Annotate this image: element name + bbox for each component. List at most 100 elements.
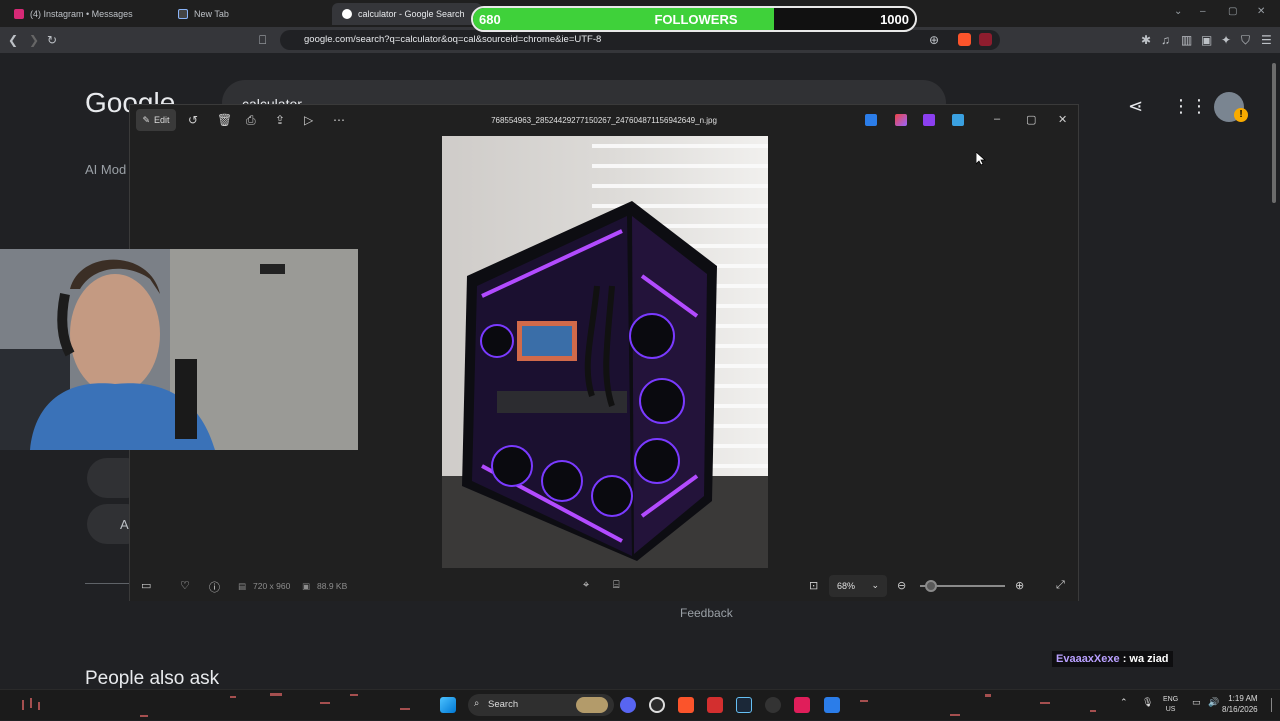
visual-search-icon[interactable]: ⌖ (583, 579, 589, 592)
language-indicator[interactable]: ENG US (1163, 695, 1178, 715)
streamer-webcam-image (0, 249, 358, 450)
pc-case-image (442, 136, 768, 568)
text-scan-icon[interactable]: ⌸ (613, 579, 620, 592)
warning-icon: ! (1234, 108, 1248, 122)
instagram-icon (14, 9, 24, 19)
reload-icon[interactable]: ↻ (47, 33, 57, 47)
maximize-icon[interactable]: ▢ (1228, 6, 1237, 17)
menu-icon[interactable]: ☰ (1261, 33, 1272, 47)
adobe-icon[interactable] (707, 697, 723, 713)
paint-app-icon[interactable] (865, 114, 877, 126)
tray-overflow-icon[interactable]: ⌃ (1120, 697, 1128, 708)
mic-icon[interactable]: 🎙 (1142, 697, 1153, 708)
vpn-icon[interactable]: ⛉ (1241, 33, 1250, 48)
brave-shield-icon[interactable] (958, 33, 971, 46)
ai-mode-tab[interactable]: AI Mod (85, 162, 126, 177)
followers-label: FOLLOWERS (654, 12, 738, 27)
tab-label: calculator - Google Search (358, 9, 465, 19)
search-highlight-icon (576, 697, 608, 713)
photos-app-icon[interactable] (824, 697, 840, 713)
volume-icon[interactable]: 🔊 (1208, 697, 1219, 708)
clock-date: 8/16/2026 (1222, 705, 1258, 714)
taskbar-search[interactable]: ⌕ Search (468, 694, 614, 716)
zoom-slider-handle[interactable] (925, 580, 937, 592)
brave-rewards-icon[interactable] (979, 33, 992, 46)
divider (85, 583, 130, 584)
url-text: google.com/search?q=calculator&oq=cal&so… (304, 34, 602, 45)
clipchamp-icon[interactable] (923, 114, 935, 126)
webcam-overlay (0, 249, 358, 450)
brave-icon[interactable] (678, 697, 694, 713)
filmstrip-icon[interactable]: ▭ (141, 579, 151, 592)
chip-label: A (120, 517, 129, 532)
close-icon[interactable]: ✕ (1257, 6, 1265, 17)
chat-username: EvaaaxXexe (1056, 653, 1120, 665)
designer-app-icon[interactable] (895, 114, 907, 126)
back-icon[interactable]: ❮ (8, 33, 18, 47)
file-size: 88.9 KB (317, 581, 348, 591)
file-name: 768554963_28524429277150267_247604871156… (491, 116, 717, 125)
steam-icon[interactable] (736, 697, 752, 713)
region-code: US (1165, 706, 1176, 713)
wallet-icon[interactable]: ▣ (1201, 33, 1212, 47)
followers-goal-bar: FOLLOWERS 680 1000 (471, 6, 917, 32)
monitor-icon[interactable]: ▭ (1192, 697, 1201, 708)
forward-icon[interactable]: ❯ (29, 33, 39, 47)
info-icon[interactable]: ⓘ (209, 579, 220, 595)
tab-label: (4) Instagram • Messages (30, 9, 133, 19)
media-icon[interactable]: ♫ (1161, 33, 1170, 47)
google-icon (342, 9, 352, 19)
chevron-down-icon: ⌄ (871, 580, 879, 590)
close-icon[interactable]: ✕ (1058, 113, 1067, 126)
stream-chat-message: EvaaaxXexe : wa ziad (1052, 651, 1173, 667)
favorite-icon[interactable]: ♡ (180, 579, 190, 592)
stream-overlay-decoration (22, 693, 1096, 717)
tiktok-icon[interactable] (794, 697, 810, 713)
onedrive-icon[interactable] (952, 114, 964, 126)
minimize-icon[interactable]: – (1200, 6, 1206, 17)
taskbar-search-label: Search (488, 699, 519, 710)
sidebar-icon[interactable]: ▥ (1181, 33, 1192, 47)
zoom-out-icon[interactable]: ⊖ (897, 579, 906, 592)
scrollbar-thumb[interactable] (1272, 63, 1276, 203)
url-field[interactable]: google.com/search?q=calculator&oq=cal&so… (280, 30, 1000, 50)
feedback-link[interactable]: Feedback (680, 606, 733, 620)
page-scrollbar[interactable] (1270, 55, 1278, 690)
chatgpt-icon[interactable] (649, 697, 665, 713)
zoom-icon[interactable]: ⊕ (929, 33, 939, 47)
leo-icon[interactable]: ✦ (1221, 33, 1231, 47)
tab-search-icon[interactable]: ⌄ (1174, 6, 1182, 17)
start-icon[interactable] (440, 697, 456, 713)
tab-new-tab[interactable]: New Tab (168, 3, 239, 25)
language-code: ENG (1163, 696, 1179, 703)
dimensions-icon: ▤ (238, 581, 247, 591)
image-dimensions: 720 x 960 (253, 581, 291, 591)
share-icon[interactable]: ⋖ (1128, 96, 1143, 117)
tab-label: New Tab (194, 9, 229, 19)
tab-google-search[interactable]: calculator - Google Search (332, 3, 482, 25)
zoom-in-icon[interactable]: ⊕ (1015, 579, 1024, 592)
extensions-icon[interactable]: ✱ (1141, 33, 1151, 47)
tab-instagram[interactable]: (4) Instagram • Messages (4, 3, 143, 25)
maximize-icon[interactable]: ▢ (1026, 113, 1036, 126)
new-tab-icon (178, 9, 188, 19)
followers-current: 680 (479, 12, 501, 27)
taskbar: ⌕ Search ⌃ 🎙 ENG US ▭ 🔊 1:19 AM 8/16/202… (0, 689, 1280, 720)
bookmark-icon[interactable]: ⎕ (259, 33, 266, 48)
apps-grid-icon[interactable]: ⋮⋮ (1172, 96, 1208, 117)
actual-size-icon[interactable]: ⊡ (809, 579, 818, 592)
viewer-footer: ▭ ♡ ⓘ ▤ 720 x 960 ▣ 88.9 KB ⌖ ⌸ ⊡ 68% ⌄ … (130, 570, 1078, 601)
clock-time: 1:19 AM (1228, 694, 1258, 703)
zoom-value: 68% (837, 581, 856, 591)
system-clock[interactable]: 1:19 AM 8/16/2026 (1222, 693, 1258, 715)
search-icon: ⌕ (474, 698, 480, 709)
show-desktop-button[interactable] (1271, 698, 1277, 712)
fullscreen-icon[interactable]: ⤢ (1056, 579, 1065, 592)
people-also-ask-heading: People also ask (85, 668, 220, 689)
minimize-icon[interactable]: – (994, 113, 1000, 125)
discord-icon[interactable] (620, 697, 636, 713)
obs-icon[interactable] (765, 697, 781, 713)
zoom-dropdown[interactable]: 68% ⌄ (829, 575, 887, 597)
mouse-cursor-icon (976, 152, 986, 166)
pc-case-photo (442, 136, 768, 568)
